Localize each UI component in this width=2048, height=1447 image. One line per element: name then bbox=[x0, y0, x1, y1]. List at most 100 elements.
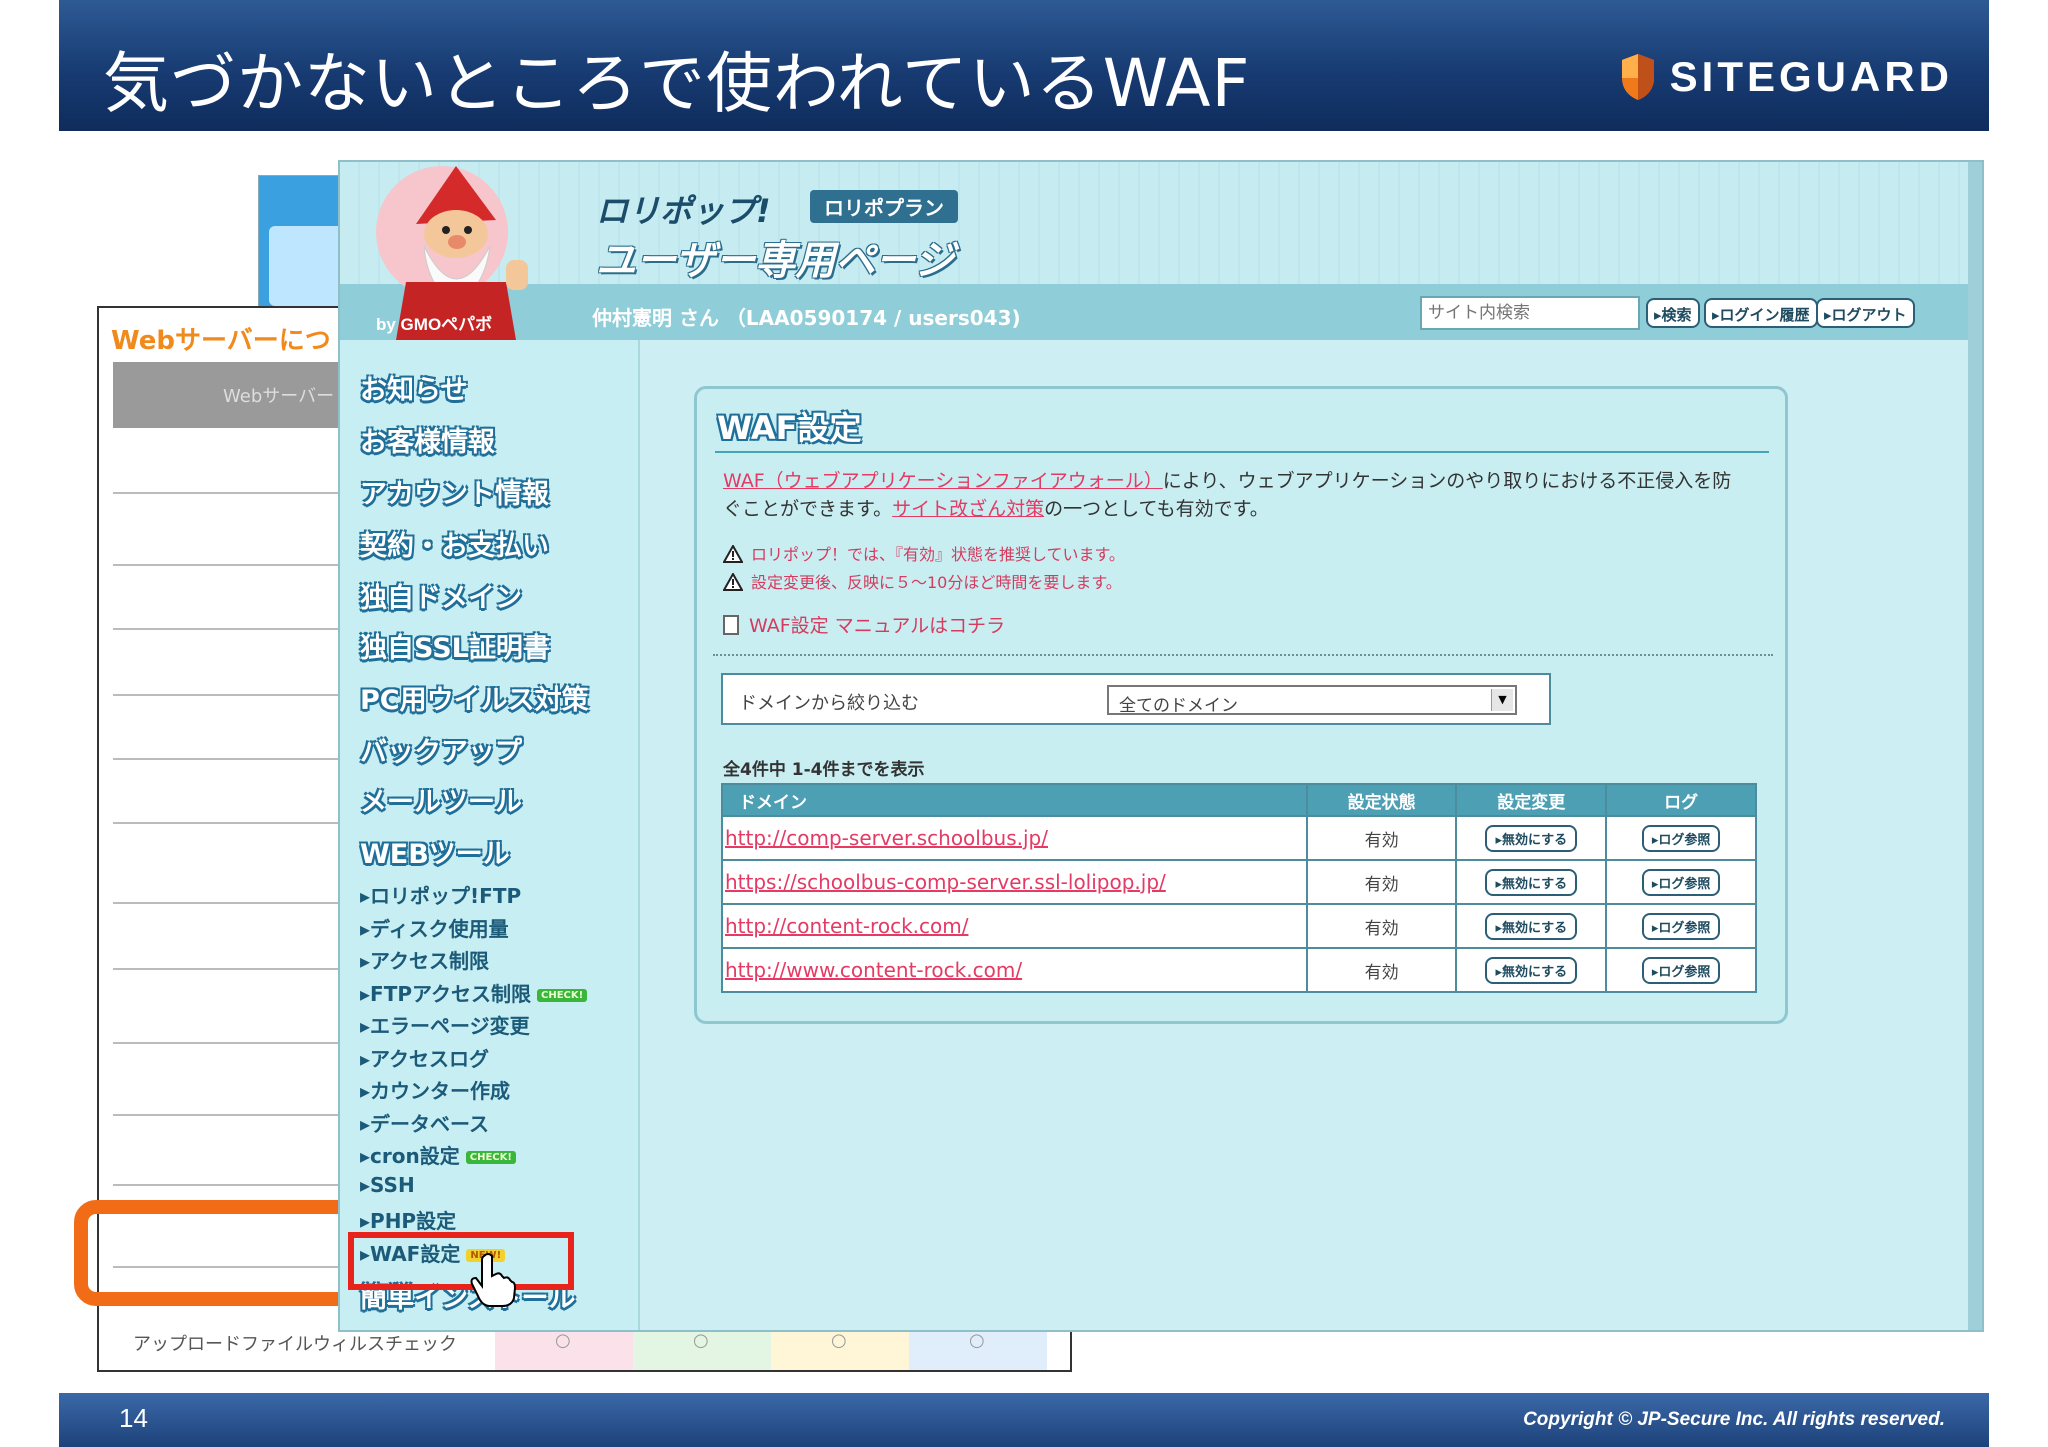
disable-button[interactable]: ▸無効にする bbox=[1485, 956, 1578, 984]
sidebar-category[interactable]: 契約・お支払い bbox=[360, 524, 549, 563]
sidebar-link[interactable]: ▸アクセスログ bbox=[360, 1043, 489, 1072]
user-info: 仲村憲明 さん （LAA0590174 / users043) bbox=[592, 306, 1021, 330]
change-cell: ▸無効にする bbox=[1455, 903, 1608, 949]
recommend-note-text: ロリポップ！では、『有効』状態を推奨しています。 bbox=[751, 545, 1125, 564]
view-log-button[interactable]: ▸ログ参照 bbox=[1641, 912, 1721, 940]
sidebar-link[interactable]: ▸アクセス制限 bbox=[360, 945, 489, 974]
table-row: http://content-rock.com/有効 ▸無効にする ▸ログ参照 bbox=[721, 903, 1757, 949]
change-cell: ▸無効にする bbox=[1455, 859, 1608, 905]
waf-table-body: http://comp-server.schoolbus.jp/有効 ▸無効にする… bbox=[721, 815, 1757, 993]
warning-icon bbox=[723, 545, 743, 563]
domain-cell: http://www.content-rock.com/ bbox=[721, 947, 1308, 993]
waf-panel-title: WAF設定 bbox=[717, 409, 862, 447]
apply-delay-note-text: 設定変更後、反映に５～10分ほど時間を要します。 bbox=[751, 573, 1122, 592]
waf-manual-label: WAF設定 マニュアルはコチラ bbox=[749, 615, 1006, 637]
lolipop-header: by GMOペパボ ロリポップ! ロリポプラン ユーザー専用ページ 仲村憲明 さ… bbox=[340, 162, 1982, 340]
status-cell: 有効 bbox=[1305, 903, 1458, 949]
table-header-row: ドメイン 設定状態 設定変更 ログ bbox=[721, 783, 1757, 817]
sidebar-link-label: ▸FTPアクセス制限 bbox=[360, 981, 532, 1006]
logout-button[interactable]: ▸ログアウト bbox=[1816, 298, 1915, 328]
result-count: 全4件中 1-4件までを表示 bbox=[723, 760, 925, 780]
domain-cell: https://schoolbus-comp-server.ssl-lolipo… bbox=[721, 859, 1308, 905]
tamper-protection-link[interactable]: サイト改ざん対策 bbox=[892, 498, 1044, 520]
disable-button[interactable]: ▸無効にする bbox=[1485, 824, 1578, 852]
search-button[interactable]: ▸検索 bbox=[1646, 298, 1700, 328]
select-arrow-icon[interactable]: ▼ bbox=[1491, 689, 1513, 711]
log-cell: ▸ログ参照 bbox=[1605, 859, 1757, 905]
domain-link[interactable]: https://schoolbus-comp-server.ssl-lolipo… bbox=[725, 870, 1166, 894]
sidebar-category[interactable]: お知らせ bbox=[360, 368, 467, 407]
waf-manual-link[interactable]: WAF設定 マニュアルはコチラ bbox=[723, 611, 1005, 638]
waf-settings-panel: WAF設定 WAF（ウェブアプリケーションファイアウォール）により、ウェブアプリ… bbox=[694, 386, 1788, 1024]
waf-definition-link[interactable]: WAF（ウェブアプリケーションファイアウォール） bbox=[723, 470, 1163, 492]
table-row: https://schoolbus-comp-server.ssl-lolipo… bbox=[721, 859, 1757, 905]
sidebar-link[interactable]: ▸ディスク使用量 bbox=[360, 913, 509, 942]
hand-cursor-icon bbox=[470, 1253, 516, 1307]
status-cell: 有効 bbox=[1305, 815, 1458, 861]
disable-button[interactable]: ▸無効にする bbox=[1485, 912, 1578, 940]
domain-cell: http://comp-server.schoolbus.jp/ bbox=[721, 815, 1308, 861]
gnome-mascot-icon: by GMOペパボ bbox=[376, 166, 528, 340]
column-header-log: ログ bbox=[1605, 783, 1757, 817]
sidebar-category[interactable]: バックアップ bbox=[360, 730, 522, 769]
recommend-note: ロリポップ！では、『有効』状態を推奨しています。 bbox=[723, 541, 1125, 565]
site-search-input[interactable] bbox=[1420, 296, 1640, 330]
sidebar-link[interactable]: ▸データベース bbox=[360, 1108, 489, 1137]
check-badge: CHECK! bbox=[465, 1151, 516, 1164]
sidebar-link-label: ▸カウンター作成 bbox=[360, 1079, 511, 1103]
sidebar-link-label: ▸アクセスログ bbox=[360, 1046, 490, 1071]
sidebar-category[interactable]: WEBツール bbox=[360, 832, 510, 871]
domain-filter: ドメインから絞り込む 全てのドメイン ▼ bbox=[721, 673, 1551, 725]
view-log-button[interactable]: ▸ログ参照 bbox=[1641, 824, 1721, 852]
view-log-button[interactable]: ▸ログ参照 bbox=[1641, 868, 1721, 896]
slide-footer: 14 Copyright © JP-Secure Inc. All rights… bbox=[59, 1393, 1989, 1447]
siteguard-logo-text: SITEGUARD bbox=[1669, 53, 1953, 100]
document-icon bbox=[723, 615, 739, 635]
sidebar-link-label: ▸アクセス制限 bbox=[360, 949, 490, 973]
sidebar-link[interactable]: ▸ロリポップ!FTP bbox=[360, 880, 521, 909]
sidebar-link[interactable]: ▸cron設定 CHECK! bbox=[360, 1140, 516, 1169]
status-cell: 有効 bbox=[1305, 947, 1458, 993]
availability-mark: ○ bbox=[969, 1330, 985, 1351]
sidebar-link[interactable]: ▸FTPアクセス制限 CHECK! bbox=[360, 978, 588, 1007]
availability-mark: ○ bbox=[555, 1330, 571, 1351]
sidebar-category[interactable]: メールツール bbox=[360, 780, 522, 819]
user-page-title: ユーザー専用ページ bbox=[596, 238, 955, 284]
svg-text:by GMOペパボ: by GMOペパボ bbox=[376, 315, 492, 334]
warning-icon bbox=[723, 573, 743, 591]
sidebar-category[interactable]: アカウント情報 bbox=[360, 472, 549, 511]
availability-mark: ○ bbox=[693, 1330, 709, 1351]
sidebar-link[interactable]: ▸SSH bbox=[360, 1173, 415, 1197]
sidebar-link-label: ▸cron設定 bbox=[360, 1144, 460, 1168]
feature-table-title: Webサーバーにつ bbox=[111, 326, 331, 356]
apply-delay-note: 設定変更後、反映に５～10分ほど時間を要します。 bbox=[723, 569, 1122, 593]
sidebar-category[interactable]: PC用ウイルス対策 bbox=[360, 678, 589, 717]
siteguard-logo: SITEGUARD bbox=[1620, 52, 1953, 102]
sidebar-category[interactable]: 独自ドメイン bbox=[360, 576, 522, 615]
sidebar-link[interactable]: ▸カウンター作成 bbox=[360, 1075, 510, 1104]
column-header-status: 設定状態 bbox=[1305, 783, 1458, 817]
domain-link[interactable]: http://www.content-rock.com/ bbox=[725, 958, 1022, 982]
availability-mark: ○ bbox=[831, 1330, 847, 1351]
sidebar-link[interactable]: ▸PHP設定 bbox=[360, 1205, 456, 1234]
disable-button[interactable]: ▸無効にする bbox=[1485, 868, 1578, 896]
view-log-button[interactable]: ▸ログ参照 bbox=[1641, 956, 1721, 984]
sidebar-link-label: ▸ディスク使用量 bbox=[360, 916, 509, 941]
page-number: 14 bbox=[119, 1403, 148, 1433]
sidebar-link[interactable]: ▸エラーページ変更 bbox=[360, 1010, 530, 1039]
column-header-domain: ドメイン bbox=[721, 783, 1308, 817]
sidebar-category[interactable]: お客様情報 bbox=[360, 420, 495, 459]
feature-table-header-label: Webサーバー bbox=[223, 386, 335, 407]
domain-link[interactable]: http://comp-server.schoolbus.jp/ bbox=[725, 826, 1048, 850]
domain-filter-select[interactable]: 全てのドメイン ▼ bbox=[1107, 685, 1517, 716]
login-history-button[interactable]: ▸ログイン履歴 bbox=[1704, 298, 1818, 328]
status-cell: 有効 bbox=[1305, 859, 1458, 905]
domain-link[interactable]: http://content-rock.com/ bbox=[725, 914, 968, 938]
check-badge: CHECK! bbox=[537, 988, 588, 1002]
slide: 気づかないところで使われているWAF SITEGUARD Webサーバーにつ W… bbox=[0, 0, 2048, 1447]
waf-description: WAF（ウェブアプリケーションファイアウォール）により、ウェブアプリケーションの… bbox=[723, 467, 1743, 523]
table-row: http://comp-server.schoolbus.jp/有効 ▸無効にする… bbox=[721, 815, 1757, 861]
background-screenshot-panel bbox=[269, 226, 349, 306]
sidebar-category[interactable]: 独自SSL証明書 bbox=[360, 626, 550, 665]
sidebar-link-label: ▸SSH bbox=[360, 1172, 415, 1197]
